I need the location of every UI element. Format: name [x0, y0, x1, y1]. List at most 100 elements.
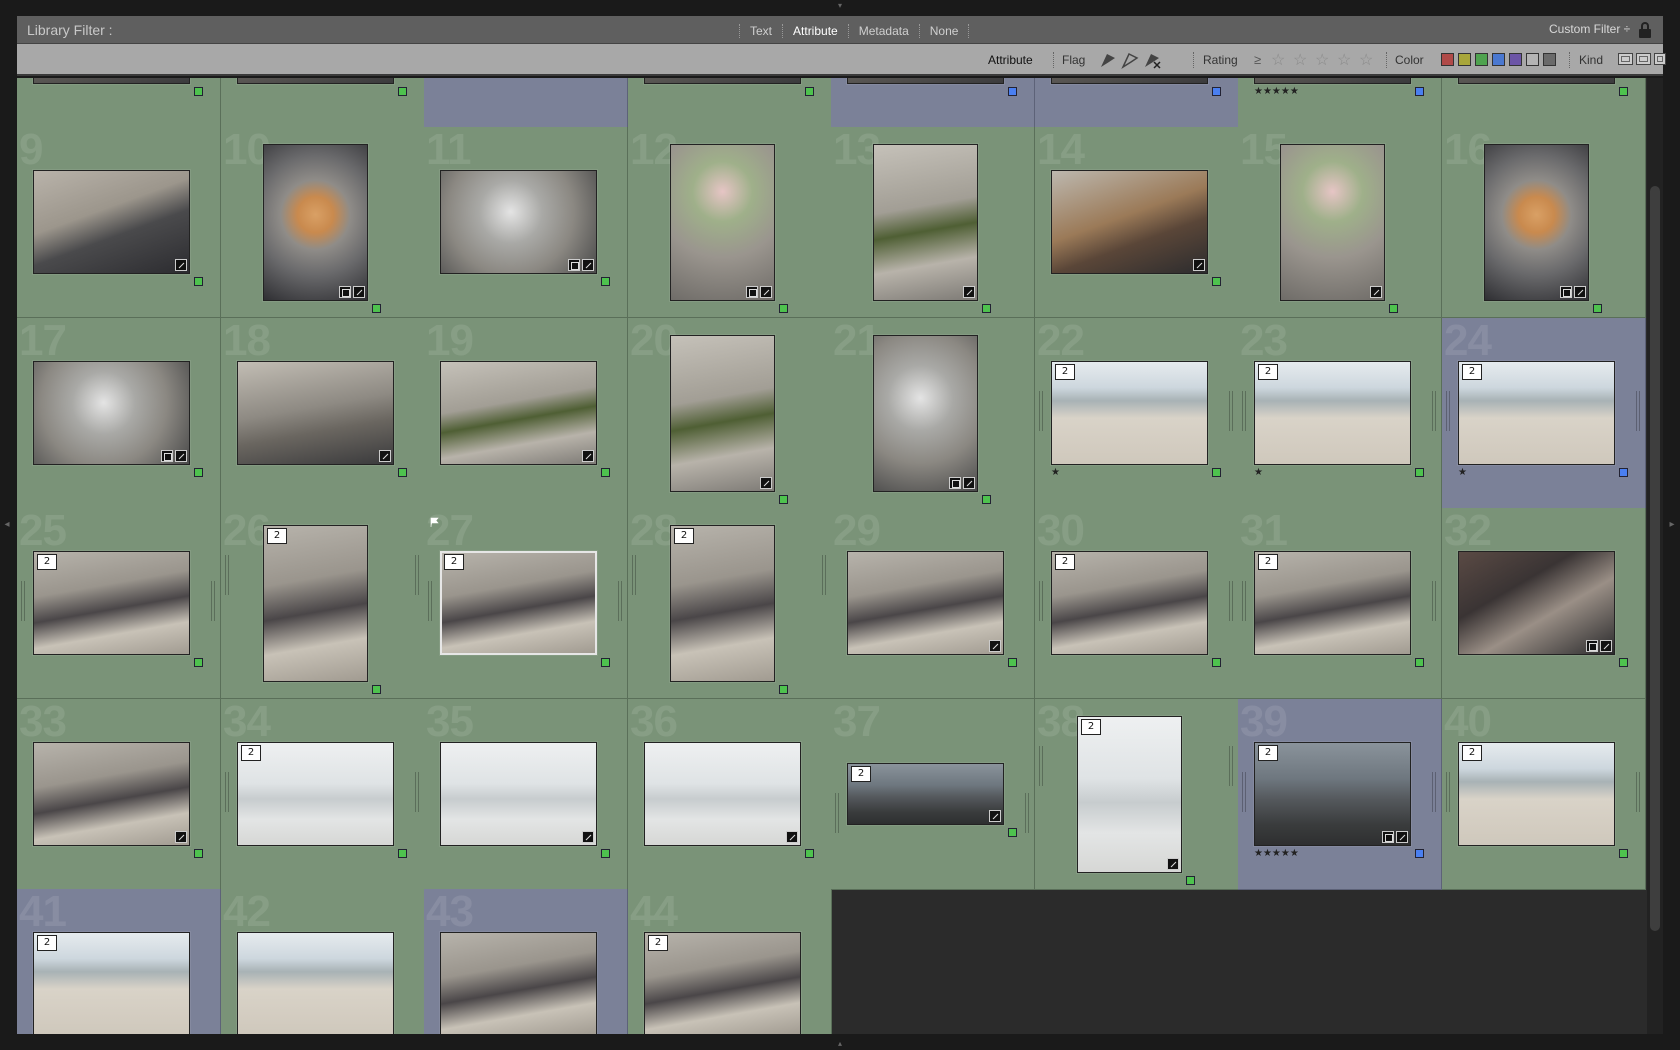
panel-toggle-bottom[interactable]: ▴	[832, 1040, 848, 1048]
color-label-indicator[interactable]	[1008, 828, 1017, 837]
develop-adjustments-icon[interactable]	[963, 477, 975, 489]
color-label-indicator[interactable]	[601, 277, 610, 286]
grid-cell[interactable]: 12	[628, 127, 832, 318]
color-label-indicator[interactable]	[982, 304, 991, 313]
rejected-filter-icon[interactable]	[1142, 51, 1162, 69]
photo-thumbnail[interactable]	[670, 144, 775, 301]
tab-metadata[interactable]: Metadata	[859, 24, 909, 38]
tab-attribute[interactable]: Attribute	[793, 24, 838, 38]
stack-indicator[interactable]	[1229, 746, 1233, 786]
photo-thumbnail[interactable]	[1051, 170, 1208, 274]
stack-indicator[interactable]	[1039, 391, 1043, 431]
stack-count-badge[interactable]: 2	[37, 554, 60, 573]
stack-indicator[interactable]	[21, 581, 25, 621]
color-label-indicator[interactable]	[1212, 468, 1221, 477]
photo-thumbnail[interactable]	[237, 361, 394, 465]
develop-adjustments-icon[interactable]	[582, 831, 594, 843]
crop-icon[interactable]	[1560, 286, 1572, 298]
color-label-indicator[interactable]	[194, 658, 203, 667]
photo-thumbnail[interactable]	[263, 525, 368, 682]
color-label-indicator[interactable]	[1389, 304, 1398, 313]
color-swatch[interactable]	[1526, 53, 1539, 66]
crop-icon[interactable]	[339, 286, 351, 298]
grid-cell[interactable]: 9	[17, 127, 221, 318]
stack-count-badge[interactable]: 2	[1462, 745, 1485, 764]
color-label-indicator[interactable]	[372, 304, 381, 313]
photo-thumbnail[interactable]	[1458, 78, 1615, 84]
color-swatch[interactable]	[1543, 53, 1556, 66]
kind-all-photos-icon[interactable]	[1618, 53, 1633, 65]
stack-indicator[interactable]	[1446, 391, 1450, 431]
photo-thumbnail[interactable]	[873, 335, 978, 492]
color-label-indicator[interactable]	[1619, 87, 1628, 96]
grid-cell[interactable]: 14	[1035, 127, 1239, 318]
color-swatch[interactable]	[1475, 53, 1488, 66]
develop-adjustments-icon[interactable]	[379, 450, 391, 462]
color-swatch[interactable]	[1492, 53, 1505, 66]
color-label-indicator[interactable]	[1619, 468, 1628, 477]
color-label-indicator[interactable]	[779, 304, 788, 313]
grid-cell[interactable]: 15	[1238, 127, 1442, 318]
grid-cell[interactable]: 17	[17, 318, 221, 509]
grid-cell[interactable]: 33	[17, 699, 221, 890]
grid-cell[interactable]: 31 2	[1238, 508, 1442, 699]
rating-operator[interactable]: ≥	[1254, 52, 1261, 67]
stack-indicator[interactable]	[1432, 391, 1436, 431]
photo-thumbnail[interactable]	[644, 742, 801, 846]
develop-adjustments-icon[interactable]	[353, 286, 365, 298]
color-label-indicator[interactable]	[1212, 87, 1221, 96]
photo-thumbnail[interactable]	[1051, 78, 1208, 84]
stack-indicator[interactable]	[1432, 581, 1436, 621]
grid-cell[interactable]: 38 2	[1035, 699, 1239, 890]
photo-thumbnail[interactable]	[440, 361, 597, 465]
color-label-indicator[interactable]	[982, 495, 991, 504]
stack-count-badge[interactable]: 2	[444, 554, 467, 573]
grid-cell[interactable]: 20	[628, 318, 832, 509]
grid-cell[interactable]: 30 2	[1035, 508, 1239, 699]
stack-indicator[interactable]	[1229, 391, 1233, 431]
grid-cell[interactable]: 23 2 ★	[1238, 318, 1442, 509]
develop-adjustments-icon[interactable]	[1167, 858, 1179, 870]
stack-count-badge[interactable]: 2	[851, 766, 874, 785]
grid-cell[interactable]	[424, 78, 628, 128]
crop-icon[interactable]	[161, 450, 173, 462]
panel-toggle-right[interactable]: ▸	[1667, 518, 1677, 532]
photo-thumbnail[interactable]	[263, 144, 368, 301]
stack-indicator[interactable]	[1229, 581, 1233, 621]
color-label-indicator[interactable]	[1212, 277, 1221, 286]
develop-adjustments-icon[interactable]	[1574, 286, 1586, 298]
stack-count-badge[interactable]: 2	[1462, 364, 1485, 383]
panel-toggle-left[interactable]: ◂	[2, 518, 12, 532]
grid-cell[interactable]	[831, 78, 1035, 128]
develop-adjustments-icon[interactable]	[1370, 286, 1382, 298]
star-rating[interactable]: ★	[1051, 467, 1060, 478]
photo-thumbnail[interactable]	[440, 742, 597, 846]
develop-adjustments-icon[interactable]	[760, 477, 772, 489]
rating-star-icon[interactable]: ☆	[1315, 50, 1329, 70]
grid-cell[interactable]: 11	[424, 127, 628, 318]
color-label-indicator[interactable]	[1415, 468, 1424, 477]
stack-indicator[interactable]	[211, 581, 215, 621]
grid-cell[interactable]: 21	[831, 318, 1035, 509]
crop-icon[interactable]	[1382, 831, 1394, 843]
color-label-indicator[interactable]	[601, 658, 610, 667]
develop-adjustments-icon[interactable]	[989, 640, 1001, 652]
color-label-indicator[interactable]	[1593, 304, 1602, 313]
grid-cell[interactable]: 44 2	[628, 889, 832, 1034]
color-label-indicator[interactable]	[805, 87, 814, 96]
photo-thumbnail[interactable]	[847, 78, 1004, 84]
grid-cell[interactable]: 43	[424, 889, 628, 1034]
kind-videos-icon[interactable]	[1654, 53, 1666, 65]
color-swatch[interactable]	[1509, 53, 1522, 66]
stack-indicator[interactable]	[1446, 772, 1450, 812]
flagged-filter-icon[interactable]	[1098, 51, 1118, 69]
stack-indicator[interactable]	[632, 555, 636, 595]
stack-indicator[interactable]	[415, 772, 419, 812]
stack-count-badge[interactable]: 2	[1055, 554, 1078, 573]
develop-adjustments-icon[interactable]	[1193, 259, 1205, 271]
stack-count-badge[interactable]: 2	[1258, 364, 1281, 383]
grid-cell[interactable]	[221, 78, 425, 128]
lock-icon[interactable]	[1639, 22, 1651, 38]
color-label-indicator[interactable]	[1008, 87, 1017, 96]
crop-icon[interactable]	[568, 259, 580, 271]
